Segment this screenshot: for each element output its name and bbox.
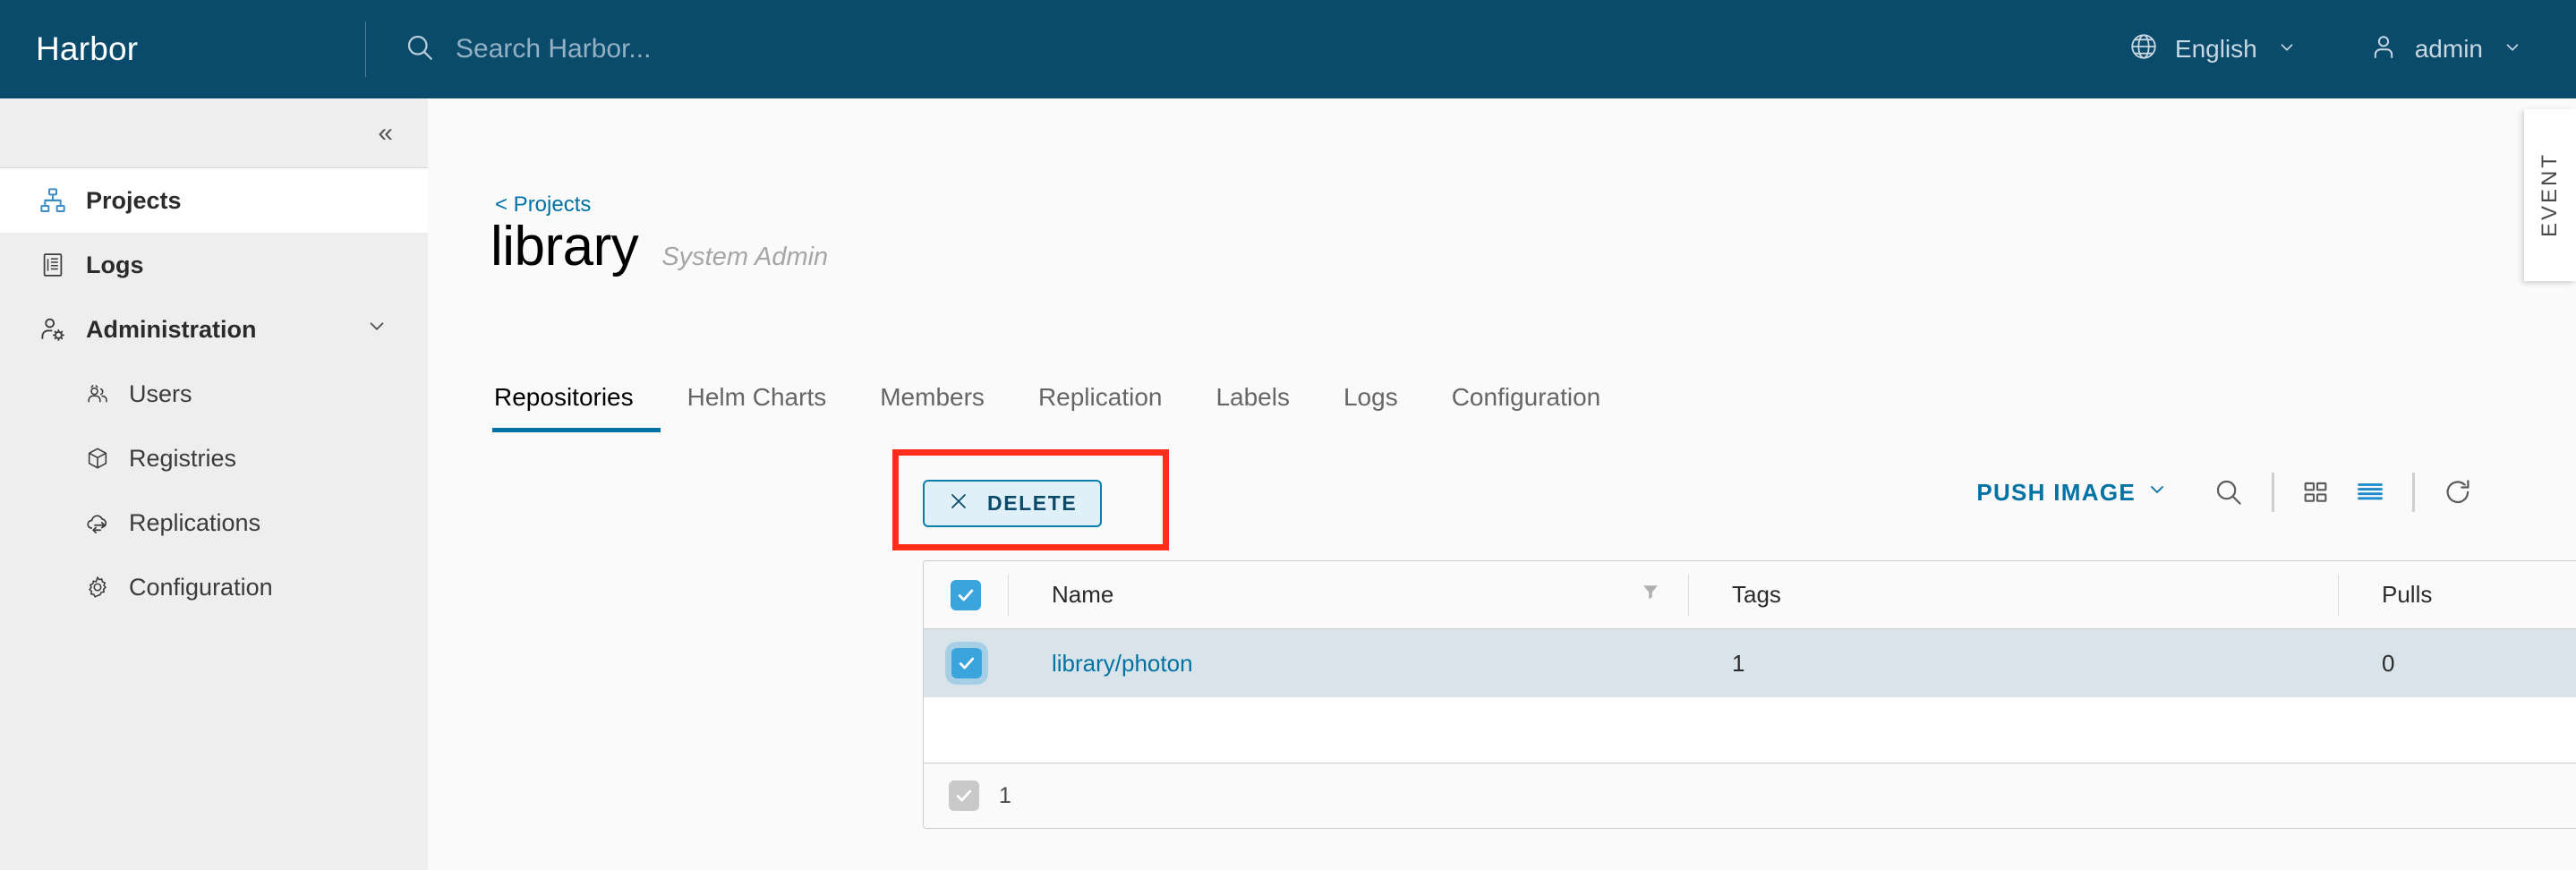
users-icon	[82, 379, 113, 409]
page-title-row: library System Admin	[490, 219, 828, 275]
account-label: admin	[2415, 35, 2483, 64]
table-footer: 1 1 - 1 of 1 items	[924, 763, 2576, 828]
list-view-icon[interactable]	[2342, 477, 2398, 508]
administration-icon	[36, 312, 70, 346]
top-header: Harbor Search Harbor... English	[0, 0, 2576, 98]
search-icon[interactable]	[2200, 476, 2257, 508]
column-header-tags[interactable]: Tags	[1689, 575, 2339, 616]
registries-icon	[82, 443, 113, 473]
column-header-tags-label: Tags	[1732, 581, 1781, 609]
tab-repositories[interactable]: Repositories	[492, 383, 661, 432]
table-empty-filler	[924, 697, 2576, 763]
sidebar-item-users[interactable]: Users	[0, 362, 428, 426]
chevron-down-icon	[2277, 35, 2297, 64]
tab-configuration[interactable]: Configuration	[1425, 383, 1628, 432]
footer-selection-checkbox	[949, 780, 979, 811]
footer-selected-count: 1	[999, 783, 1011, 809]
projects-icon	[36, 183, 70, 218]
header-actions: English admin	[2128, 31, 2576, 68]
tab-members[interactable]: Members	[853, 383, 1011, 432]
event-drawer-tab[interactable]: EVENT	[2524, 109, 2576, 281]
app-brand-title[interactable]: Harbor	[0, 30, 365, 68]
sidebar-item-label: Configuration	[129, 574, 273, 601]
cell-pulls-count: 0	[2339, 643, 2576, 684]
sidebar-item-projects[interactable]: Projects	[0, 168, 428, 233]
repository-link[interactable]: library/photon	[1052, 650, 1193, 678]
project-tabs: Repositories Helm Charts Members Replica…	[492, 383, 1627, 432]
grid-view-icon[interactable]	[2289, 478, 2342, 507]
table-header-row: Name Tags Pulls	[924, 561, 2576, 629]
language-selector[interactable]: English	[2128, 31, 2297, 68]
sidebar-collapse-row: «	[0, 98, 428, 168]
user-icon	[2368, 31, 2399, 68]
toolbar-divider	[2412, 473, 2415, 512]
row-select-cell	[924, 643, 1009, 684]
tab-helm-charts[interactable]: Helm Charts	[661, 383, 854, 432]
tab-logs[interactable]: Logs	[1317, 383, 1425, 432]
row-checkbox[interactable]	[951, 648, 982, 678]
delete-button-label: DELETE	[987, 491, 1077, 516]
sidebar-item-configuration[interactable]: Configuration	[0, 555, 428, 619]
sidebar-item-label: Logs	[86, 252, 144, 279]
search-icon	[404, 31, 436, 68]
select-all-checkbox[interactable]	[951, 580, 981, 610]
sidebar-item-label: Replications	[129, 509, 260, 537]
select-all-cell	[924, 575, 1009, 616]
chevron-down-icon[interactable]	[365, 315, 388, 345]
repo-toolbar-actions: PUSH IMAGE	[1976, 473, 2486, 512]
sidebar-item-logs[interactable]: Logs	[0, 233, 428, 297]
sidebar-item-registries[interactable]: Registries	[0, 426, 428, 490]
account-menu[interactable]: admin	[2368, 31, 2522, 68]
delete-button[interactable]: DELETE	[923, 480, 1102, 527]
tab-labels[interactable]: Labels	[1189, 383, 1317, 432]
collapse-sidebar-icon[interactable]: «	[378, 120, 390, 147]
column-header-pulls-label: Pulls	[2382, 581, 2432, 609]
logs-icon	[36, 248, 70, 282]
language-label: English	[2175, 35, 2257, 64]
configuration-icon	[82, 572, 113, 602]
sidebar-item-label: Administration	[86, 316, 257, 344]
repositories-table: Name Tags Pulls library/pho	[923, 560, 2576, 829]
column-header-name-label: Name	[1052, 581, 1113, 609]
sidebar-item-label: Registries	[129, 445, 236, 473]
tab-replication[interactable]: Replication	[1011, 383, 1190, 432]
breadcrumb-projects-link[interactable]: < Projects	[495, 192, 591, 218]
column-header-pulls[interactable]: Pulls	[2339, 575, 2576, 616]
column-header-name[interactable]: Name	[1009, 575, 1689, 616]
push-image-label: PUSH IMAGE	[1976, 479, 2136, 507]
event-drawer-label: EVENT	[2538, 152, 2563, 237]
chevron-down-icon	[2146, 479, 2168, 507]
sidebar-item-label: Projects	[86, 187, 182, 215]
chevron-down-icon	[2503, 35, 2522, 64]
page-title: library	[490, 219, 638, 275]
footer-selection: 1	[924, 780, 1011, 811]
refresh-icon[interactable]	[2429, 476, 2486, 508]
sidebar-item-replications[interactable]: Replications	[0, 490, 428, 555]
filter-funnel-icon[interactable]	[1640, 581, 1661, 609]
sidebar-item-administration[interactable]: Administration	[0, 297, 428, 362]
project-role-badge: System Admin	[661, 243, 828, 272]
sidebar-item-label: Users	[129, 380, 192, 408]
table-row[interactable]: library/photon 1 0	[924, 629, 2576, 697]
globe-icon	[2128, 31, 2159, 68]
toolbar-divider	[2272, 473, 2274, 512]
sidebar: « Projects Logs	[0, 98, 428, 870]
search-input[interactable]: Search Harbor...	[456, 34, 651, 64]
close-x-icon	[948, 490, 969, 517]
cell-tags-count: 1	[1689, 643, 2339, 684]
replications-icon	[82, 508, 113, 538]
global-search[interactable]: Search Harbor...	[366, 31, 2128, 68]
push-image-button[interactable]: PUSH IMAGE	[1976, 479, 2168, 507]
cell-repository-name: library/photon	[1009, 643, 1689, 684]
main-content: < Projects library System Admin Reposito…	[428, 98, 2576, 870]
